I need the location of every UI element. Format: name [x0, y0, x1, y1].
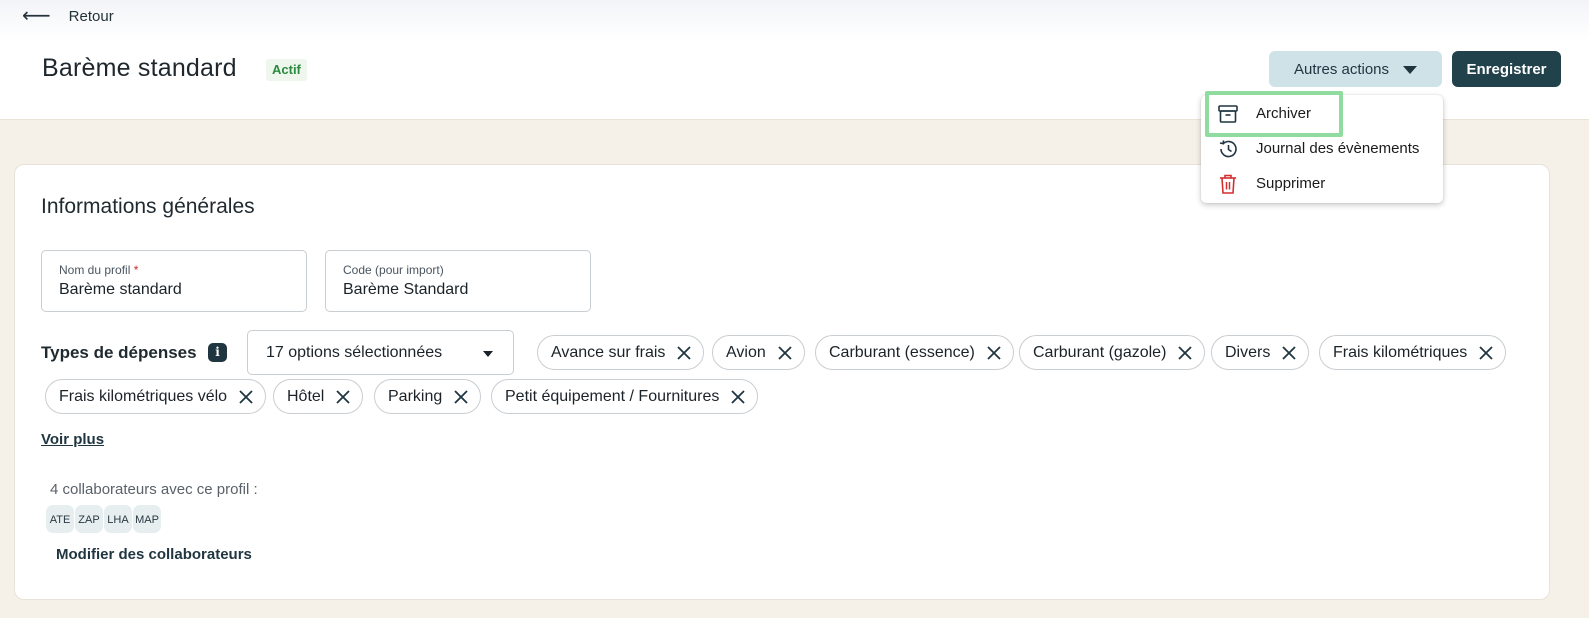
expense-type-chip: Hôtel [273, 379, 364, 414]
avatar[interactable]: MAP [132, 504, 162, 534]
remove-chip-icon[interactable] [776, 344, 794, 362]
remove-chip-icon[interactable] [675, 344, 693, 362]
expense-types-label: Types de dépenses [41, 343, 197, 362]
expense-type-chip: Carburant (gazole) [1019, 335, 1206, 370]
import-code-value[interactable]: Barème Standard [343, 281, 468, 299]
menu-item-label: Supprimer [1256, 175, 1326, 192]
avatar[interactable]: LHA [103, 504, 133, 534]
back-label: Retour [68, 7, 114, 25]
remove-chip-icon[interactable] [237, 388, 255, 406]
profile-name-label: Nom du profil * [59, 263, 139, 277]
profile-name-value[interactable]: Barème standard [59, 281, 182, 299]
collaborators-count: 4 collaborateurs avec ce profil : [50, 481, 258, 498]
expense-type-chip: Avion [712, 335, 805, 370]
archive-icon [1217, 103, 1239, 125]
remove-chip-icon[interactable] [1176, 344, 1194, 362]
remove-chip-icon[interactable] [452, 388, 470, 406]
expense-type-chip: Avance sur frais [537, 335, 705, 370]
menu-item-label: Journal des évènements [1256, 140, 1420, 157]
remove-chip-icon[interactable] [985, 344, 1003, 362]
avatar[interactable]: ATE [45, 504, 75, 534]
expense-types-select[interactable]: 17 options sélectionnées [247, 330, 514, 375]
import-code-field[interactable]: Code (pour import) Barème Standard [325, 250, 591, 312]
caret-down-icon [483, 351, 493, 357]
remove-chip-icon[interactable] [1477, 344, 1495, 362]
expense-type-chip: Parking [374, 379, 482, 414]
caret-down-icon [1403, 66, 1418, 74]
section-title: Informations générales [41, 195, 255, 218]
back-link[interactable]: ⟵ Retour [22, 6, 114, 26]
other-actions-button[interactable]: Autres actions [1269, 51, 1442, 87]
menu-item-event-log[interactable]: Journal des évènements [1201, 131, 1443, 166]
modify-collaborators-button[interactable]: Modifier des collaborateurs [56, 546, 252, 563]
history-icon [1217, 138, 1239, 160]
expense-type-chip: Frais kilométriques [1319, 335, 1507, 370]
import-code-label: Code (pour import) [343, 263, 444, 277]
arrow-left-icon: ⟵ [22, 5, 51, 27]
expense-types-select-value: 17 options sélectionnées [266, 344, 443, 361]
expense-type-chip: Divers [1211, 335, 1310, 370]
trash-icon [1217, 173, 1239, 195]
menu-item-label: Archiver [1256, 105, 1312, 122]
remove-chip-icon[interactable] [334, 388, 352, 406]
actions-dropdown-menu: Archiver Journal des évènements Supprime… [1201, 95, 1443, 203]
menu-item-delete[interactable]: Supprimer [1201, 166, 1443, 201]
status-badge: Actif [266, 59, 307, 81]
other-actions-label: Autres actions [1293, 60, 1390, 78]
general-info-card: Informations générales Nom du profil * B… [14, 164, 1550, 600]
info-icon[interactable]: i [208, 343, 227, 362]
save-button[interactable]: Enregistrer [1452, 51, 1561, 87]
menu-item-archive[interactable]: Archiver [1201, 96, 1443, 131]
remove-chip-icon[interactable] [729, 388, 747, 406]
page-title: Barème standard [42, 54, 237, 82]
profile-name-field[interactable]: Nom du profil * Barème standard [41, 250, 307, 312]
expense-type-chip: Frais kilométriques vélo [45, 379, 267, 414]
remove-chip-icon[interactable] [1280, 344, 1298, 362]
expense-type-chip: Carburant (essence) [815, 335, 1014, 370]
expense-type-chip: Petit équipement / Fournitures [491, 379, 759, 414]
see-more-link[interactable]: Voir plus [41, 431, 104, 448]
avatar[interactable]: ZAP [74, 504, 104, 534]
